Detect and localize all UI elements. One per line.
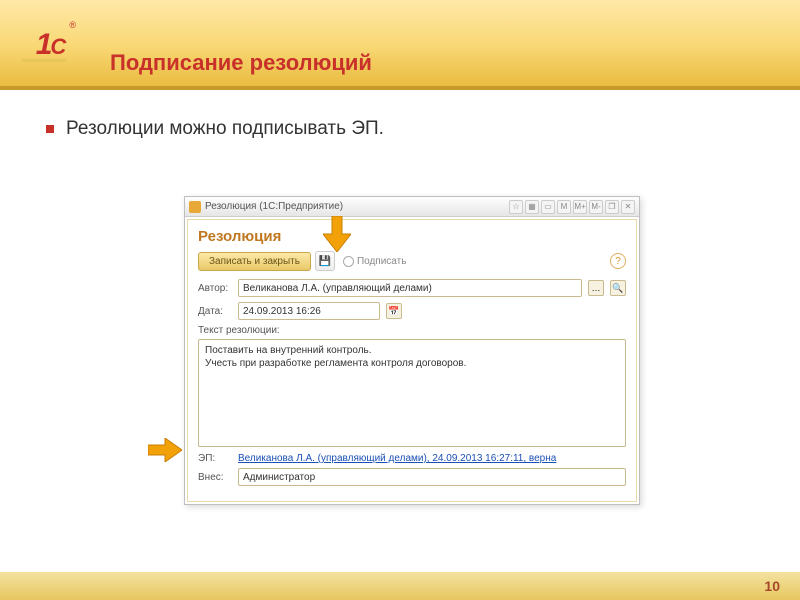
vnes-input[interactable] <box>238 468 626 486</box>
restore-icon[interactable]: ❐ <box>605 200 619 214</box>
calendar-icon[interactable]: 📅 <box>386 303 402 319</box>
window-titlebar[interactable]: Резолюция (1С:Предприятие) ☆ ▦ ▭ M M+ M-… <box>185 197 639 217</box>
content-area: Резолюции можно подписывать ЭП. <box>0 90 800 168</box>
slide-header: ® Подписание резолюций <box>0 0 800 90</box>
date-input[interactable] <box>238 302 380 320</box>
toolbar: Записать и закрыть 💾 Подписать ? <box>198 251 626 271</box>
page-number: 10 <box>764 578 780 594</box>
help-icon[interactable]: ? <box>610 253 626 269</box>
author-input[interactable] <box>238 279 582 297</box>
save-icon-button[interactable]: 💾 <box>315 251 335 271</box>
grid-icon[interactable]: ▦ <box>525 200 539 214</box>
sign-button[interactable]: Подписать <box>339 254 411 269</box>
bullet-item: Резолюции можно подписывать ЭП. <box>46 118 754 140</box>
sign-circle-icon <box>343 256 354 267</box>
m-plus-button[interactable]: M+ <box>573 200 587 214</box>
save-close-button[interactable]: Записать и закрыть <box>198 252 311 271</box>
window-title: Резолюция (1С:Предприятие) <box>205 201 505 212</box>
resolution-window: Резолюция (1С:Предприятие) ☆ ▦ ▭ M M+ M-… <box>184 196 640 505</box>
logo-1c: ® <box>0 0 100 90</box>
ep-label: ЭП: <box>198 453 232 464</box>
text-label: Текст резолюции: <box>198 325 626 336</box>
m-button[interactable]: M <box>557 200 571 214</box>
calc-icon[interactable]: ▭ <box>541 200 555 214</box>
ellipsis-button[interactable]: … <box>588 280 604 296</box>
resolution-text-input[interactable]: Поставить на внутренний контроль. Учесть… <box>198 339 626 447</box>
slide-footer <box>0 572 800 600</box>
pointer-arrow-right-icon <box>148 438 182 462</box>
author-label: Автор: <box>198 283 232 294</box>
lookup-icon[interactable]: 🔍 <box>610 280 626 296</box>
form-title: Резолюция <box>198 228 626 245</box>
m-minus-button[interactable]: M- <box>589 200 603 214</box>
fav-icon[interactable]: ☆ <box>509 200 523 214</box>
date-label: Дата: <box>198 306 232 317</box>
bullet-text: Резолюции можно подписывать ЭП. <box>66 118 384 140</box>
app-icon <box>189 201 201 213</box>
bullet-icon <box>46 125 54 133</box>
close-icon[interactable]: ✕ <box>621 200 635 214</box>
ep-signature-link[interactable]: Великанова Л.А. (управляющий делами), 24… <box>238 453 556 464</box>
sign-label: Подписать <box>357 256 407 267</box>
slide-title: Подписание резолюций <box>110 50 800 76</box>
vnes-label: Внес: <box>198 472 232 483</box>
